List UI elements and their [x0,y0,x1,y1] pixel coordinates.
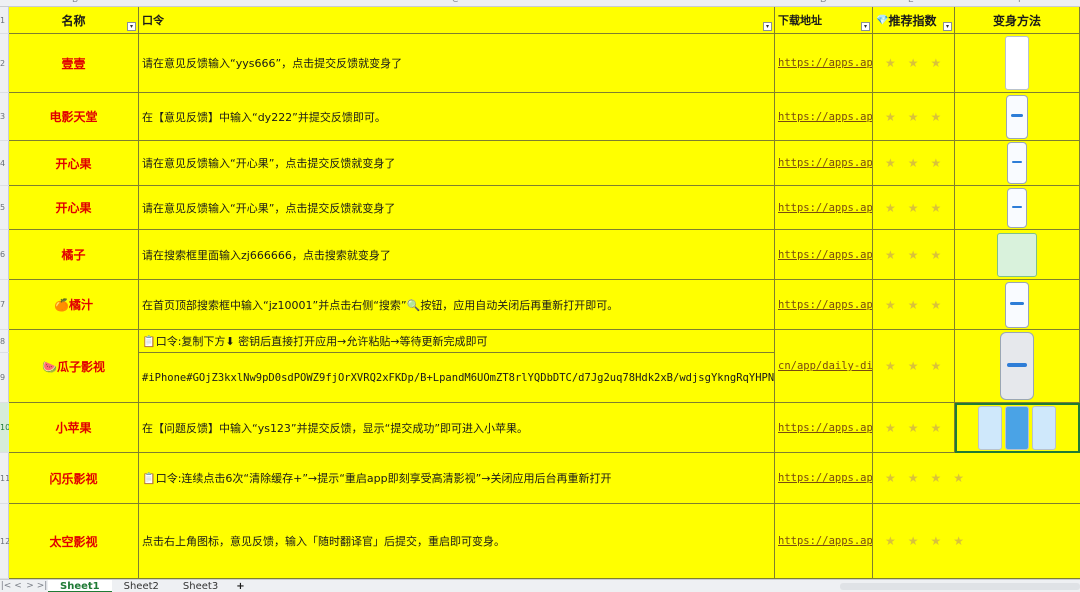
download-link[interactable]: https://apps.app [775,93,873,141]
rating-stars: ★★★ [873,230,955,280]
header-cell-name[interactable]: 名称 ▾ [9,7,139,34]
rating-stars: ★★★★ [873,504,1080,579]
row-number[interactable]: 2 [0,34,9,93]
header-cell-method[interactable]: 变身方法 [955,7,1080,34]
row-number[interactable]: 9 [0,353,9,403]
code-cell[interactable]: 请在意见反馈输入“开心果”，点击提交反馈就变身了 [139,186,775,230]
screenshot-thumbnail [997,232,1037,277]
download-link[interactable]: https://apps.app [775,141,873,186]
filter-dropdown-icon[interactable]: ▾ [763,22,772,31]
header-cell-rating[interactable]: 💎 推荐指数 ▾ [873,7,955,34]
filter-dropdown-icon[interactable]: ▾ [127,22,136,31]
header-cell-code[interactable]: 口令 ▾ [139,7,775,34]
horizontal-scrollbar[interactable] [840,583,1080,590]
rating-stars: ★★★★ [873,453,1080,504]
column-header-strip: B C D E F [0,0,1080,7]
code-cell[interactable]: 在【意见反馈】中输入“dy222”并提交反馈即可。 [139,93,775,141]
row-number[interactable]: 11 [0,453,10,504]
rating-stars: ★★★ [873,141,955,186]
download-link[interactable]: cn/app/daily-dis [775,330,873,403]
phone-screenshot-thumbnail [1006,94,1028,139]
method-image-cell[interactable] [955,280,1080,330]
spreadsheet-grid: 名称 ▾ 口令 ▾ 下载地址 ▾ 💎 推荐指数 ▾ 变身方法 壹壹 请在意见反馈输入“yy… [9,7,1080,579]
screenshot-thumbnail [1032,405,1056,450]
rating-stars: ★★★ [873,280,955,330]
row-number[interactable]: 1 [0,7,9,34]
name-cell[interactable]: 橘子 [9,230,139,280]
row-number[interactable]: 7 [0,280,9,330]
name-cell[interactable]: 开心果 [9,186,139,230]
download-link[interactable]: https://apps.app [775,403,873,453]
add-sheet-button[interactable]: + [230,581,250,592]
name-cell[interactable]: 🍊橘汁 [9,280,139,330]
code-cell[interactable]: 在【问题反馈】中输入“ys123”并提交反馈，显示“提交成功”即可进入小苹果。 [139,403,775,453]
name-cell[interactable]: 🍉瓜子影视 [9,330,139,403]
name-cell[interactable]: 壹壹 [9,34,139,93]
tab-sheet1[interactable]: Sheet1 [48,579,112,592]
column-letter-f[interactable]: F [1018,0,1023,5]
code-cell[interactable]: 点击右上角图标，意见反馈，输入「随时翻译官」后提交，重启即可变身。 [139,504,775,579]
download-link[interactable]: https://apps.app [775,504,873,579]
name-cell[interactable]: 太空影视 [9,504,139,579]
phone-screenshot-thumbnail [1007,142,1027,184]
row-number[interactable]: 10 [0,403,10,453]
code-cell[interactable]: 📋口令:连续点击6次“清除缓存+”→提示“重启app即刻享受高清影视”→关闭应用… [139,453,775,504]
rating-stars: ★★★ [873,93,955,141]
column-letter-b[interactable]: B [72,0,78,5]
name-cell[interactable]: 电影天堂 [9,93,139,141]
filter-dropdown-icon[interactable]: ▾ [943,22,952,31]
phone-screenshot-thumbnail [1005,281,1029,328]
code-cell[interactable]: 在首页顶部搜索框中输入“jz10001”并点击右侧“搜索”🔍按钮，应用自动关闭后… [139,280,775,330]
name-cell[interactable]: 开心果 [9,141,139,186]
prev-sheet-button[interactable]: < [12,581,24,591]
method-image-cell[interactable] [955,141,1080,186]
screenshot-thumbnail [978,405,1002,450]
download-link[interactable]: https://apps.app [775,34,873,93]
download-link[interactable]: https://apps.app [775,186,873,230]
code-key-cell[interactable]: #iPhone#GOjZ3kxlNw9pD0sdPOWZ9fjOrXVRQ2xF… [139,353,775,403]
row-number[interactable]: 6 [0,230,9,280]
code-cell[interactable]: 📋口令:复制下方⬇ 密钥后直接打开应用→允许粘贴→等待更新完成即可 [139,330,775,353]
phone-screenshot-thumbnail [1000,332,1034,400]
row-number[interactable]: 5 [0,186,9,230]
header-cell-download[interactable]: 下载地址 ▾ [775,7,873,34]
method-image-cell[interactable] [955,186,1080,230]
first-sheet-button[interactable]: |< [0,581,12,591]
row-number[interactable]: 4 [0,141,9,186]
tab-sheet2[interactable]: Sheet2 [112,580,171,592]
column-letter-e[interactable]: E [908,0,914,5]
download-link[interactable]: https://apps.app [775,230,873,280]
next-sheet-button[interactable]: > [24,581,36,591]
last-sheet-button[interactable]: >| [36,581,48,591]
column-letter-d[interactable]: D [820,0,827,5]
code-cell[interactable]: 请在意见反馈输入“yys666”，点击提交反馈就变身了 [139,34,775,93]
rating-stars: ★★★ [873,34,955,93]
phone-screenshot-thumbnail [1007,187,1027,228]
filter-dropdown-icon[interactable]: ▾ [861,22,870,31]
rating-stars: ★★★ [873,330,955,403]
rating-stars: ★★★ [873,186,955,230]
column-letter-c[interactable]: C [452,0,458,5]
tab-sheet3[interactable]: Sheet3 [171,580,230,592]
code-cell[interactable]: 请在意见反馈输入“开心果”，点击提交反馈就变身了 [139,141,775,186]
name-cell[interactable]: 闪乐影视 [9,453,139,504]
sheet-tab-bar: |< < > >| Sheet1 Sheet2 Sheet3 + [0,579,1080,592]
row-number[interactable]: 12 [0,504,10,579]
code-cell[interactable]: 请在搜索框里面输入zj666666，点击搜索就变身了 [139,230,775,280]
row-header-strip: 1 2 3 4 5 6 7 8 9 10 11 12 [0,7,10,579]
name-cell[interactable]: 小苹果 [9,403,139,453]
method-image-cell-selected[interactable] [955,403,1080,453]
row-number[interactable]: 3 [0,93,9,141]
screenshot-thumbnail [1005,36,1029,90]
method-image-cell[interactable] [955,34,1080,93]
row-number[interactable]: 8 [0,330,9,353]
download-link[interactable]: https://apps.app [775,453,873,504]
download-link[interactable]: https://apps.app [775,280,873,330]
diamond-icon: 💎 [876,14,889,26]
method-image-cell[interactable] [955,230,1080,280]
method-image-cell[interactable] [955,330,1080,403]
method-image-cell[interactable] [955,93,1080,141]
screenshot-thumbnail [1005,405,1029,450]
rating-stars: ★★★ [873,403,955,453]
